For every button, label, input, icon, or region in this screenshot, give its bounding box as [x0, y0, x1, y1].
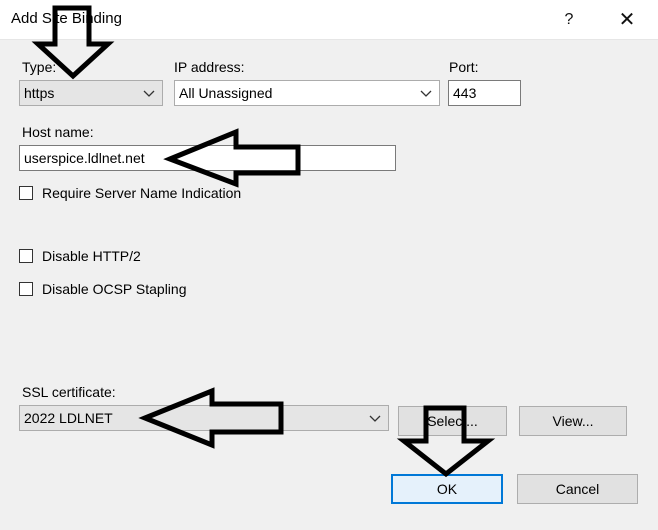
down-arrow-icon: [396, 405, 496, 478]
down-arrow-icon: [31, 5, 115, 80]
left-arrow-icon: [163, 128, 301, 188]
left-arrow-icon: [138, 387, 284, 449]
annotation-arrows: [31, 5, 496, 478]
